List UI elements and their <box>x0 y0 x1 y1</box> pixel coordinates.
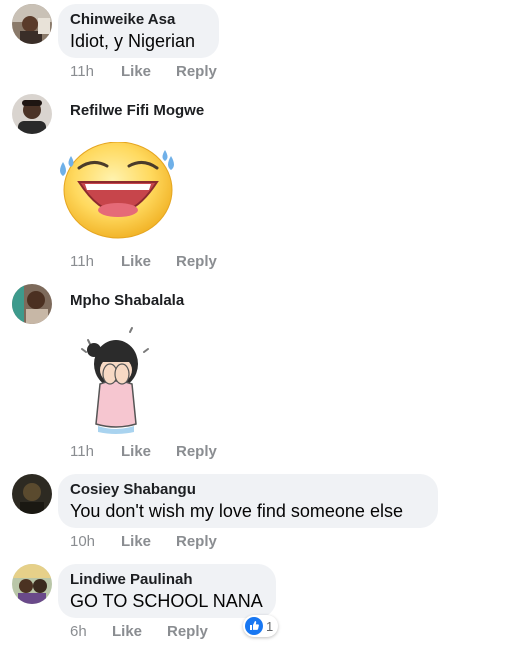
comment-time: 11h <box>70 443 94 460</box>
comment-bubble: Chinweike Asa Idiot, y Nigerian <box>58 4 219 58</box>
avatar-chinweike-asa[interactable] <box>12 4 52 44</box>
comment-author[interactable]: Refilwe Fifi Mogwe <box>70 102 204 119</box>
like-button[interactable]: Like <box>121 63 151 80</box>
comment-meta: 11h Like Reply <box>70 443 270 463</box>
like-button[interactable]: Like <box>121 533 151 550</box>
comment-bubble: Lindiwe Paulinah GO TO SCHOOL NANA <box>58 564 276 618</box>
reply-button[interactable]: Reply <box>167 623 208 640</box>
comment-author[interactable]: Lindiwe Paulinah <box>70 570 264 589</box>
avatar-refilwe-fifi-mogwe[interactable] <box>12 94 52 134</box>
avatar-lindiwe-paulinah[interactable] <box>12 564 52 604</box>
like-button[interactable]: Like <box>112 623 142 640</box>
crying-girl-sticker <box>76 326 156 436</box>
comment-text: Idiot, y Nigerian <box>70 31 196 51</box>
laughing-tears-emoji <box>57 141 179 242</box>
avatar-image <box>12 94 52 134</box>
comment-time: 10h <box>70 533 96 550</box>
like-button[interactable]: Like <box>121 443 151 460</box>
reply-button[interactable]: Reply <box>176 63 217 80</box>
comment-text: GO TO SCHOOL NANA <box>70 591 263 611</box>
reply-button[interactable]: Reply <box>176 253 217 270</box>
comment-bubble: Cosiey Shabangu You don't wish my love f… <box>58 474 438 528</box>
comment-time: 11h <box>70 253 94 270</box>
comment-meta: 11h Like Reply <box>70 63 270 83</box>
comment-author[interactable]: Chinweike Asa <box>70 10 207 29</box>
avatar-image <box>12 4 52 44</box>
avatar-mpho-shabalala[interactable] <box>12 284 52 324</box>
comment-time: 6h <box>70 623 87 640</box>
reply-button[interactable]: Reply <box>176 533 217 550</box>
comment-time: 11h <box>70 63 94 80</box>
comment-meta: 6h Like Reply <box>70 623 270 643</box>
avatar-cosiey-shabangu[interactable] <box>12 474 52 514</box>
avatar-image <box>12 284 52 324</box>
comment-text: You don't wish my love find someone else <box>70 501 403 521</box>
avatar-image <box>12 564 52 604</box>
avatar-image <box>12 474 52 514</box>
like-button[interactable]: Like <box>121 253 151 270</box>
comment-meta: 11h Like Reply <box>70 253 270 273</box>
comment-meta: 10h Like Reply <box>70 533 270 553</box>
comment-author[interactable]: Mpho Shabalala <box>70 292 184 309</box>
comment-author[interactable]: Cosiey Shabangu <box>70 480 426 499</box>
reply-button[interactable]: Reply <box>176 443 217 460</box>
